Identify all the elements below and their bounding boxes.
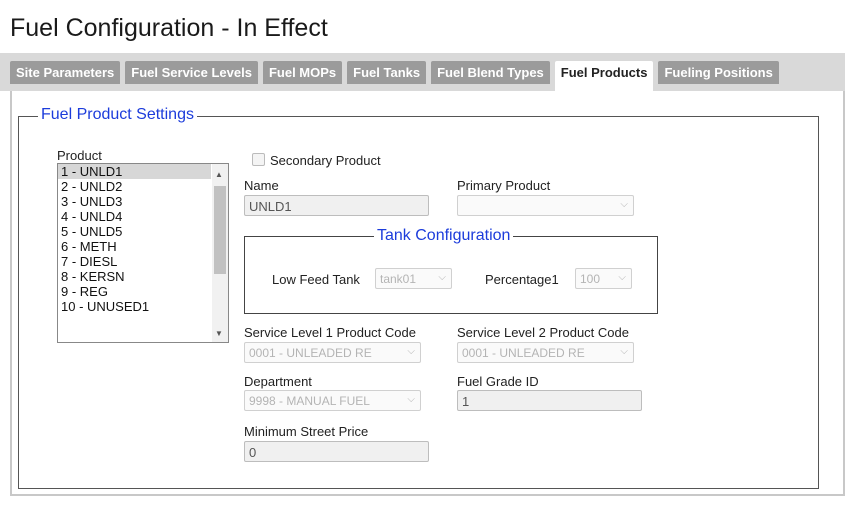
percentage-value: 100 — [580, 272, 601, 286]
chevron-down-icon: ⌵ — [438, 272, 446, 283]
chevron-down-icon: ⌵ — [620, 199, 628, 210]
service-level-2-value: 0001 - UNLEADED RE — [462, 346, 585, 360]
tab-site-parameters[interactable]: Site Parameters — [10, 61, 121, 84]
product-option[interactable]: 8 - KERSN — [58, 269, 211, 284]
service-level-1-value: 0001 - UNLEADED RE — [249, 346, 372, 360]
primary-product-select[interactable]: ⌵ — [457, 195, 634, 216]
primary-product-label: Primary Product — [457, 178, 551, 193]
fuel-grade-id-field[interactable]: 1 — [457, 390, 642, 411]
product-option[interactable]: 6 - METH — [58, 239, 211, 254]
name-label: Name — [244, 178, 279, 193]
secondary-product-label: Secondary Product — [270, 153, 381, 168]
tab-fuel-blend-types[interactable]: Fuel Blend Types — [431, 61, 550, 84]
product-option[interactable]: 2 - UNLD2 — [58, 179, 211, 194]
product-listbox[interactable]: 1 - UNLD1 2 - UNLD2 3 - UNLD3 4 - UNLD4 … — [57, 163, 229, 343]
chevron-down-icon: ⌵ — [620, 346, 628, 357]
product-option[interactable]: 9 - REG — [58, 284, 211, 299]
minimum-street-price-field[interactable]: 0 — [244, 441, 429, 462]
chevron-down-icon: ⌵ — [407, 346, 415, 357]
tab-fueling-positions[interactable]: Fueling Positions — [658, 61, 779, 84]
secondary-product-checkbox[interactable] — [252, 153, 265, 166]
tank-configuration-legend: Tank Configuration — [374, 227, 514, 245]
scroll-down-arrow-icon[interactable]: ▼ — [215, 329, 223, 339]
tab-bar: Site Parameters Fuel Service Levels Fuel M… — [0, 53, 845, 91]
tab-fuel-mops[interactable]: Fuel MOPs — [262, 61, 343, 84]
fuel-grade-id-label: Fuel Grade ID — [457, 374, 539, 389]
tab-fuel-tanks[interactable]: Fuel Tanks — [347, 61, 427, 84]
percentage-select[interactable]: 100 ⌵ — [575, 268, 632, 289]
department-label: Department — [244, 374, 312, 389]
tab-fuel-products[interactable]: Fuel Products — [554, 61, 654, 91]
product-list-scrollbar[interactable]: ▲ ▼ — [212, 164, 228, 342]
low-feed-tank-select[interactable]: tank01 ⌵ — [375, 268, 452, 289]
product-option[interactable]: 1 - UNLD1 — [58, 164, 211, 179]
product-option[interactable]: 5 - UNLD5 — [58, 224, 211, 239]
scroll-up-arrow-icon[interactable]: ▲ — [215, 170, 223, 180]
chevron-down-icon: ⌵ — [618, 272, 626, 283]
service-level-2-select[interactable]: 0001 - UNLEADED RE ⌵ — [457, 342, 634, 363]
department-value: 9998 - MANUAL FUEL — [249, 394, 370, 408]
department-select[interactable]: 9998 - MANUAL FUEL ⌵ — [244, 390, 421, 411]
low-feed-tank-value: tank01 — [380, 272, 417, 286]
service-level-1-label: Service Level 1 Product Code — [244, 325, 416, 340]
minimum-street-price-label: Minimum Street Price — [244, 424, 369, 439]
page-title: Fuel Configuration - In Effect — [10, 14, 328, 42]
product-option[interactable]: 4 - UNLD4 — [58, 209, 211, 224]
product-option[interactable]: 3 - UNLD3 — [58, 194, 211, 209]
product-label: Product — [57, 148, 102, 163]
fuel-product-settings-legend: Fuel Product Settings — [38, 106, 197, 124]
service-level-2-label: Service Level 2 Product Code — [457, 325, 629, 340]
chevron-down-icon: ⌵ — [407, 394, 415, 405]
product-option[interactable]: 7 - DIESL — [58, 254, 211, 269]
percentage-label: Percentage1 — [485, 272, 559, 287]
low-feed-tank-label: Low Feed Tank — [272, 272, 360, 287]
product-option[interactable]: 10 - UNUSED1 — [58, 299, 211, 314]
scroll-thumb[interactable] — [214, 186, 226, 274]
name-field[interactable]: UNLD1 — [244, 195, 429, 216]
service-level-1-select[interactable]: 0001 - UNLEADED RE ⌵ — [244, 342, 421, 363]
tab-fuel-service-levels[interactable]: Fuel Service Levels — [125, 61, 258, 84]
